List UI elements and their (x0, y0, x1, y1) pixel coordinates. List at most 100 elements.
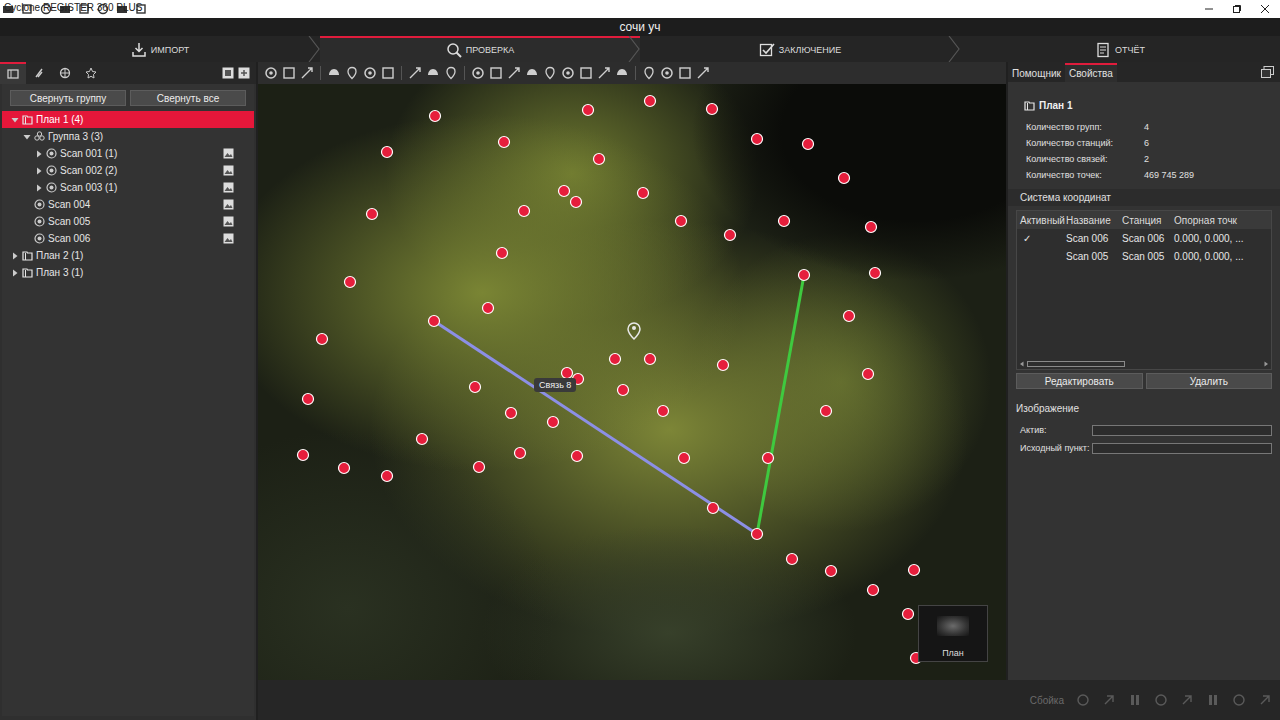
link-line[interactable] (434, 321, 757, 534)
image-icon[interactable] (223, 165, 234, 176)
scan-station-marker[interactable] (658, 406, 669, 417)
scan-station-marker[interactable] (868, 585, 879, 596)
image-icon[interactable] (223, 199, 234, 210)
image-icon[interactable] (223, 216, 234, 227)
viewport-tool-icon[interactable] (264, 66, 278, 80)
scan-station-marker[interactable] (559, 186, 570, 197)
collapsed-arrow-icon[interactable] (11, 252, 19, 260)
viewport-tool-icon[interactable] (489, 66, 503, 80)
scan-station-marker[interactable] (752, 134, 763, 145)
scroll-left-icon[interactable] (1019, 361, 1025, 367)
plan-add-icon[interactable] (238, 67, 250, 79)
tree-item[interactable]: План 3 (1) (2, 264, 254, 281)
scroll-thumb[interactable] (1027, 361, 1125, 367)
viewport-tool-icon[interactable] (471, 66, 485, 80)
scan-station-marker[interactable] (562, 368, 573, 379)
left-panel-tab[interactable] (78, 62, 104, 84)
viewport-tool-icon[interactable] (525, 66, 539, 80)
viewport-tool-icon[interactable] (660, 66, 674, 80)
scan-station-marker[interactable] (497, 248, 508, 259)
scan-station-marker[interactable] (339, 463, 350, 474)
scan-station-marker[interactable] (725, 230, 736, 241)
status-tool-icon[interactable] (1232, 693, 1246, 707)
column-header[interactable]: Название (1063, 215, 1119, 226)
viewport-tool-icon[interactable] (678, 66, 692, 80)
left-panel-tab[interactable] (0, 62, 26, 84)
viewport-tool-icon[interactable] (579, 66, 593, 80)
viewport-tool-icon[interactable] (615, 66, 629, 80)
active-cell[interactable]: ✓ (1017, 233, 1063, 244)
scan-station-marker[interactable] (417, 434, 428, 445)
status-tool-icon[interactable] (1154, 693, 1168, 707)
viewport-tool-icon[interactable] (642, 66, 656, 80)
tree-item[interactable]: Scan 004 (2, 196, 254, 213)
column-header[interactable]: Опорная точк (1171, 215, 1271, 226)
collapsed-arrow-icon[interactable] (35, 150, 43, 158)
scan-station-marker[interactable] (382, 147, 393, 158)
scan-station-marker[interactable] (345, 277, 356, 288)
scan-station-marker[interactable] (298, 450, 309, 461)
scan-station-marker[interactable] (367, 209, 378, 220)
viewport-tool-icon[interactable] (561, 66, 575, 80)
scan-station-marker[interactable] (430, 111, 441, 122)
image-icon[interactable] (223, 148, 234, 159)
workflow-tab[interactable]: ПРОВЕРКА (320, 36, 640, 62)
scan-station-marker[interactable] (839, 173, 850, 184)
scan-station-marker[interactable] (763, 453, 774, 464)
scan-station-marker[interactable] (638, 188, 649, 199)
plan-view-icon[interactable] (222, 67, 234, 79)
scan-station-marker[interactable] (787, 554, 798, 565)
scan-station-marker[interactable] (863, 369, 874, 380)
expanded-arrow-icon[interactable] (11, 116, 19, 124)
minimap[interactable]: План (918, 605, 988, 662)
scan-station-marker[interactable] (826, 566, 837, 577)
horizontal-scrollbar[interactable] (1017, 359, 1271, 369)
table-row[interactable]: Scan 005 Scan 005 0.000, 0.000, ... (1017, 247, 1271, 265)
collapsed-arrow-icon[interactable] (35, 167, 43, 175)
scan-station-marker[interactable] (708, 503, 719, 514)
scan-station-marker[interactable] (676, 216, 687, 227)
collapse-button[interactable]: Свернуть группу (10, 90, 126, 106)
left-panel-tab[interactable] (52, 62, 78, 84)
scan-station-marker[interactable] (803, 139, 814, 150)
tree-item[interactable]: Scan 001 (1) (2, 145, 254, 162)
collapse-button[interactable]: Свернуть все (130, 90, 246, 106)
scan-station-marker[interactable] (317, 334, 328, 345)
scan-station-marker[interactable] (572, 451, 583, 462)
scan-station-marker[interactable] (618, 385, 629, 396)
scan-station-marker[interactable] (515, 448, 526, 459)
scan-station-marker[interactable] (679, 453, 690, 464)
undock-icon[interactable] (1261, 66, 1274, 78)
location-pin-icon[interactable] (628, 323, 640, 339)
column-header[interactable]: Станция (1119, 215, 1171, 226)
viewport-tool-icon[interactable] (696, 66, 710, 80)
status-tool-icon[interactable] (1206, 693, 1220, 707)
scan-station-marker[interactable] (470, 382, 481, 393)
viewport-tool-icon[interactable] (282, 66, 296, 80)
scan-station-marker[interactable] (429, 316, 440, 327)
viewport-tool-icon[interactable] (300, 66, 314, 80)
scan-station-marker[interactable] (718, 360, 729, 371)
tree-item[interactable]: Scan 005 (2, 213, 254, 230)
status-tool-icon[interactable] (1258, 693, 1272, 707)
restore-icon[interactable] (1232, 4, 1242, 14)
link-label[interactable]: Связь 8 (534, 378, 576, 392)
scan-station-marker[interactable] (382, 471, 393, 482)
viewport-tool-icon[interactable] (426, 66, 440, 80)
scan-station-marker[interactable] (594, 154, 605, 165)
column-header[interactable]: Активный (1017, 215, 1063, 226)
table-row[interactable]: ✓ Scan 006 Scan 006 0.000, 0.000, ... (1017, 229, 1271, 247)
viewport-tool-icon[interactable] (408, 66, 422, 80)
image-icon[interactable] (223, 182, 234, 193)
viewport-tool-icon[interactable] (327, 66, 341, 80)
action-button[interactable]: Удалить (1146, 373, 1273, 389)
status-tool-icon[interactable] (1180, 693, 1194, 707)
viewport-tool-icon[interactable] (597, 66, 611, 80)
viewport-tool-icon[interactable] (363, 66, 377, 80)
status-tool-icon[interactable] (1076, 693, 1090, 707)
workflow-tab[interactable]: ИМПОРТ (0, 36, 320, 62)
scan-station-marker[interactable] (645, 96, 656, 107)
tree-item[interactable]: Группа 3 (3) (2, 128, 254, 145)
left-panel-tab[interactable] (26, 62, 52, 84)
scan-station-marker[interactable] (583, 105, 594, 116)
